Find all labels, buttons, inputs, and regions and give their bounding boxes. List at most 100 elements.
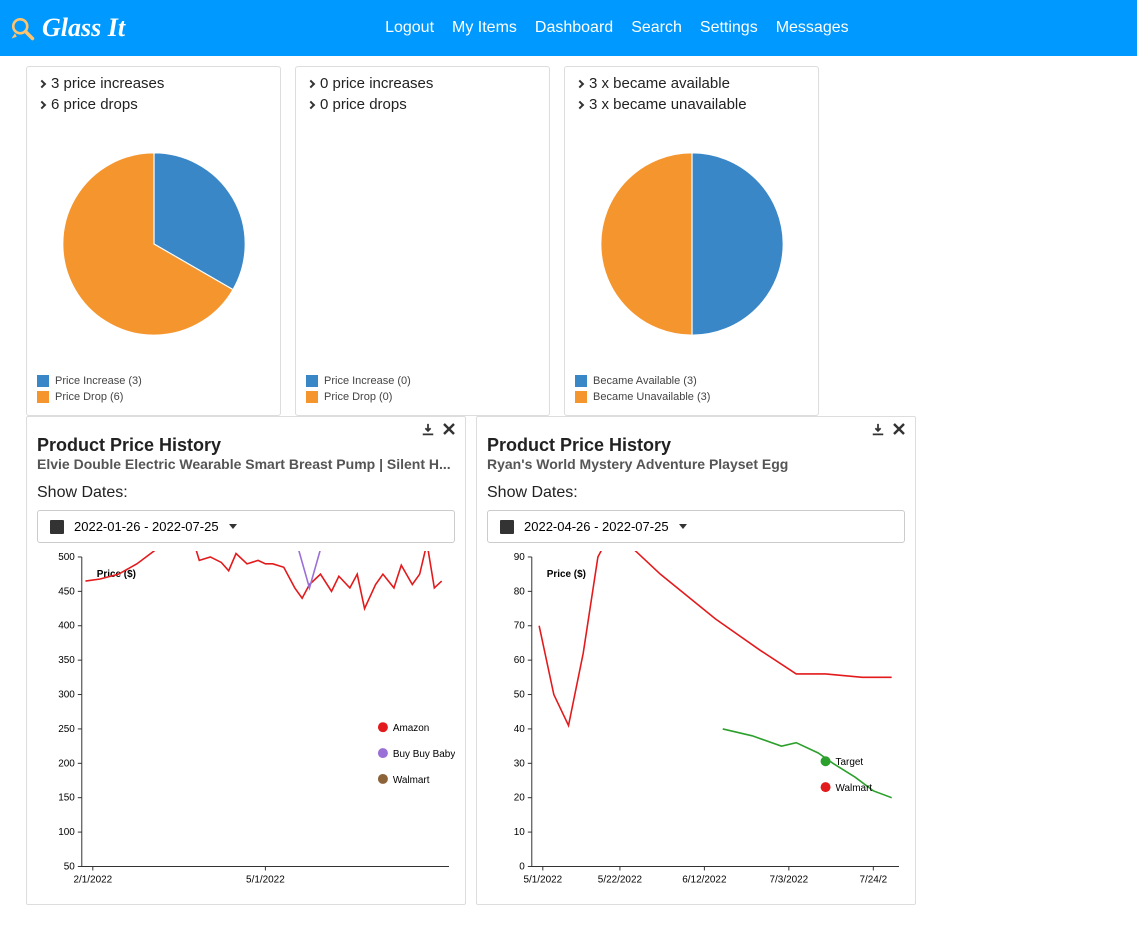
legend-item[interactable]: Price Drop (6) <box>37 391 270 403</box>
stat-text: 0 price increases <box>320 75 433 92</box>
svg-text:200: 200 <box>58 758 75 769</box>
nav-link-search[interactable]: Search <box>631 19 682 37</box>
calendar-icon <box>50 520 64 534</box>
svg-text:100: 100 <box>58 827 75 838</box>
legend-label: Became Available (3) <box>593 375 697 387</box>
chevron-right-icon <box>38 79 46 87</box>
pie-chart <box>27 121 280 371</box>
nav-links: Logout My Items Dashboard Search Setting… <box>385 19 849 37</box>
legend-label: Price Drop (6) <box>55 391 123 403</box>
close-icon[interactable] <box>893 423 905 440</box>
date-range-picker[interactable]: 2022-01-26 - 2022-07-25 <box>37 510 455 543</box>
calendar-icon <box>500 520 514 534</box>
panel-subtitle: Elvie Double Electric Wearable Smart Bre… <box>37 456 455 472</box>
svg-text:Buy Buy Baby: Buy Buy Baby <box>393 749 455 760</box>
svg-text:10: 10 <box>514 827 526 838</box>
charts-row: Product Price HistoryElvie Double Electr… <box>2 416 1135 905</box>
svg-text:250: 250 <box>58 724 75 735</box>
nav-link-messages[interactable]: Messages <box>776 19 849 37</box>
svg-text:50: 50 <box>64 861 76 872</box>
chevron-right-icon <box>576 79 584 87</box>
svg-text:150: 150 <box>58 793 75 804</box>
stat-text: 3 x became available <box>589 75 730 92</box>
legend-item[interactable]: Price Drop (0) <box>306 391 539 403</box>
stat-line[interactable]: 6 price drops <box>39 96 268 113</box>
navbar: Glass It Logout My Items Dashboard Searc… <box>0 0 1137 56</box>
legend-swatch <box>575 391 587 403</box>
brand-icon <box>8 14 36 42</box>
legend-swatch <box>37 391 49 403</box>
legend-label: Price Increase (3) <box>55 375 142 387</box>
summary-card: 0 price increases 0 price drops Price Incr… <box>295 66 550 416</box>
date-range-text: 2022-04-26 - 2022-07-25 <box>524 519 669 534</box>
legend-item[interactable]: Price Increase (0) <box>306 375 539 387</box>
svg-text:80: 80 <box>514 586 526 597</box>
stat-line[interactable]: 0 price increases <box>308 75 537 92</box>
close-icon[interactable] <box>443 423 455 440</box>
download-icon[interactable] <box>421 423 435 440</box>
legend-item[interactable]: Price Increase (3) <box>37 375 270 387</box>
svg-text:7/3/2022: 7/3/2022 <box>770 874 809 885</box>
stat-line[interactable]: 0 price drops <box>308 96 537 113</box>
pie-legend: Became Available (3) Became Unavailable (… <box>565 371 818 409</box>
stat-line[interactable]: 3 price increases <box>39 75 268 92</box>
caret-down-icon <box>679 524 687 529</box>
summary-card: 3 price increases 6 price drops Price Incr… <box>26 66 281 416</box>
date-range-picker[interactable]: 2022-04-26 - 2022-07-25 <box>487 510 905 543</box>
caret-down-icon <box>229 524 237 529</box>
stat-line[interactable]: 3 x became available <box>577 75 806 92</box>
svg-text:2/1/2022: 2/1/2022 <box>73 874 112 885</box>
svg-text:Walmart: Walmart <box>393 775 430 786</box>
stat-line[interactable]: 3 x became unavailable <box>577 96 806 113</box>
svg-text:500: 500 <box>58 552 75 563</box>
svg-text:5/22/2022: 5/22/2022 <box>598 874 643 885</box>
svg-text:350: 350 <box>58 655 75 666</box>
dates-label: Show Dates: <box>487 484 905 502</box>
chevron-right-icon <box>307 79 315 87</box>
stat-text: 3 x became unavailable <box>589 96 747 113</box>
legend-swatch <box>306 375 318 387</box>
nav-link-logout[interactable]: Logout <box>385 19 434 37</box>
nav-link-dashboard[interactable]: Dashboard <box>535 19 613 37</box>
stat-text: 3 price increases <box>51 75 164 92</box>
legend-item[interactable]: Became Unavailable (3) <box>575 391 808 403</box>
nav-link-my-items[interactable]: My Items <box>452 19 517 37</box>
chevron-right-icon <box>38 100 46 108</box>
svg-text:70: 70 <box>514 621 526 632</box>
brand[interactable]: Glass It <box>8 13 125 43</box>
price-history-panel: Product Price HistoryRyan's World Myster… <box>476 416 916 905</box>
pie-legend: Price Increase (3) Price Drop (6) <box>27 371 280 409</box>
summary-cards-row: 3 price increases 6 price drops Price Incr… <box>2 56 1135 416</box>
dates-label: Show Dates: <box>37 484 455 502</box>
nav-link-settings[interactable]: Settings <box>700 19 758 37</box>
svg-text:5/1/2022: 5/1/2022 <box>523 874 562 885</box>
legend-swatch <box>37 375 49 387</box>
svg-text:400: 400 <box>58 621 75 632</box>
legend-label: Became Unavailable (3) <box>593 391 710 403</box>
svg-text:Price ($): Price ($) <box>547 569 586 580</box>
svg-text:30: 30 <box>514 758 526 769</box>
svg-text:300: 300 <box>58 690 75 701</box>
summary-card: 3 x became available 3 x became unavailab… <box>564 66 819 416</box>
svg-text:Amazon: Amazon <box>393 723 429 734</box>
chevron-right-icon <box>307 100 315 108</box>
legend-item[interactable]: Became Available (3) <box>575 375 808 387</box>
legend-label: Price Increase (0) <box>324 375 411 387</box>
stat-text: 6 price drops <box>51 96 138 113</box>
date-range-text: 2022-01-26 - 2022-07-25 <box>74 519 219 534</box>
svg-text:Target: Target <box>836 757 864 768</box>
panel-subtitle: Ryan's World Mystery Adventure Playset E… <box>487 456 905 472</box>
panel-title: Product Price History <box>37 435 455 456</box>
line-chart: 0102030405060708090Price ($)5/1/20225/22… <box>487 551 905 894</box>
svg-text:Walmart: Walmart <box>836 783 873 794</box>
download-icon[interactable] <box>871 423 885 440</box>
line-chart: 50100150200250300350400450500Price ($)2/… <box>37 551 455 894</box>
svg-text:90: 90 <box>514 552 526 563</box>
svg-text:50: 50 <box>514 690 526 701</box>
pie-chart <box>296 121 549 371</box>
legend-swatch <box>575 375 587 387</box>
svg-text:40: 40 <box>514 724 526 735</box>
pie-legend: Price Increase (0) Price Drop (0) <box>296 371 549 409</box>
brand-text: Glass It <box>42 13 125 43</box>
svg-text:7/24/2: 7/24/2 <box>859 874 887 885</box>
